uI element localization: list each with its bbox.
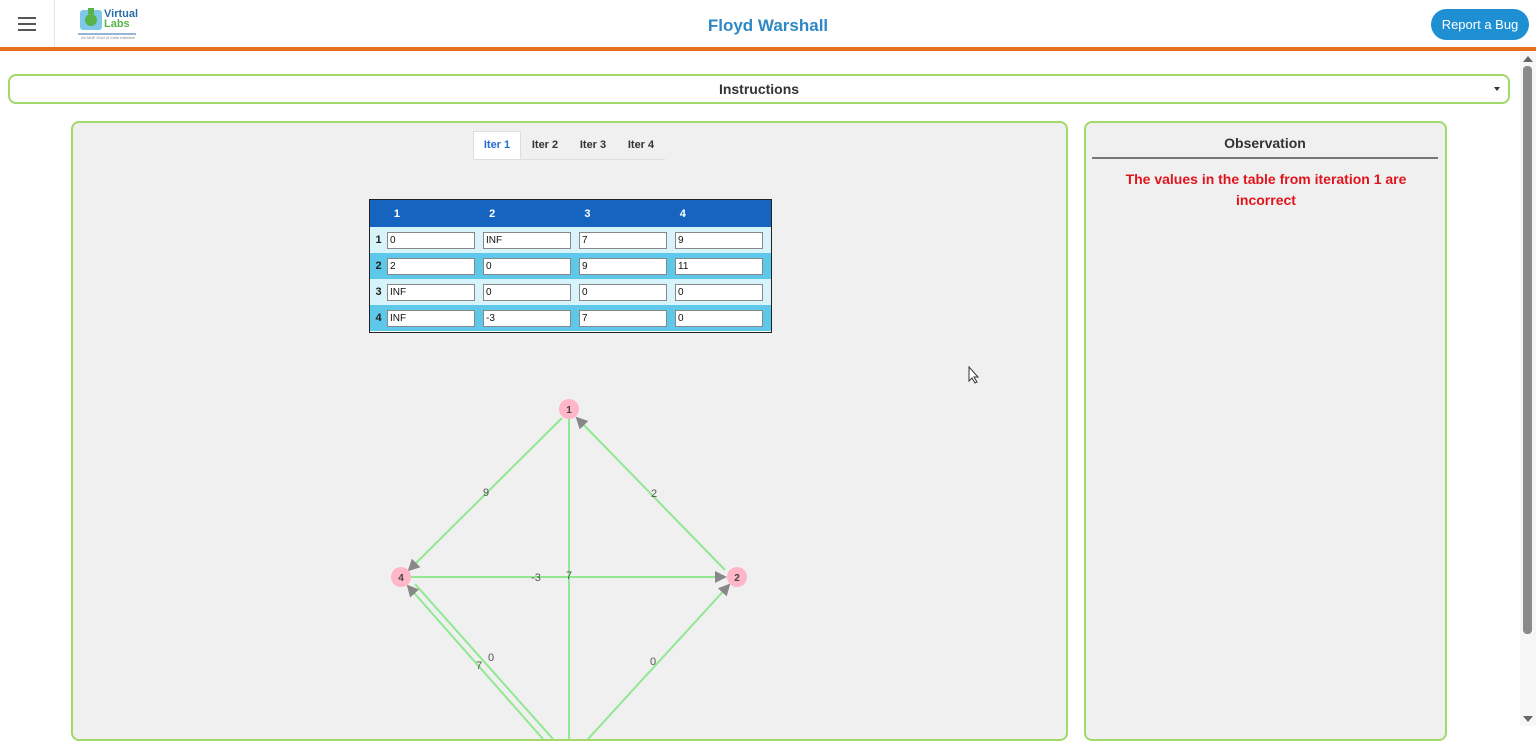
mouse-pointer-icon [968,366,980,384]
edge-weight-label: 7 [476,660,482,672]
edge-weight-label: 0 [650,656,656,668]
edge-weight-label: -3 [531,572,541,584]
edge-weight-label: 0 [488,652,494,664]
svg-text:1: 1 [566,405,572,416]
graph-node[interactable]: 2 [727,567,747,587]
simulation-panel: Iter 1 Iter 2 Iter 3 Iter 4 1 2 3 4 1 2 … [71,121,1068,741]
top-navbar: Virtual Labs An MoE Govt of India Initia… [0,0,1536,48]
scroll-down-arrow-icon[interactable] [1523,716,1533,722]
graph-canvas: 9 2 -3 7 0 7 0 1 2 4 [391,399,747,739]
observation-title: Observation [1224,135,1306,151]
graph-edge [414,583,554,739]
graph-edge [587,583,731,739]
observation-divider [1092,157,1438,159]
edge-weight-label: 9 [483,487,489,499]
header-accent-line [0,47,1536,51]
edge-weight-label: 7 [566,570,572,582]
page-scrollbar[interactable] [1520,52,1536,726]
report-bug-button[interactable]: Report a Bug [1431,9,1529,40]
observation-panel: Observation The values in the table from… [1084,121,1447,741]
edge-weight-label: 2 [651,488,657,500]
graph-node[interactable]: 4 [391,567,411,587]
instructions-label: Instructions [718,81,800,97]
graph-node[interactable]: 1 [559,399,579,419]
observation-message: The values in the table from iteration 1… [1125,171,1407,208]
scroll-thumb[interactable] [1523,66,1532,634]
svg-text:4: 4 [398,573,404,584]
instructions-dropdown[interactable]: Instructions [8,74,1510,104]
page-title: Floyd Warshall [707,16,829,35]
scroll-up-arrow-icon[interactable] [1523,56,1533,62]
svg-text:2: 2 [734,573,740,584]
caret-down-icon [1494,87,1500,91]
